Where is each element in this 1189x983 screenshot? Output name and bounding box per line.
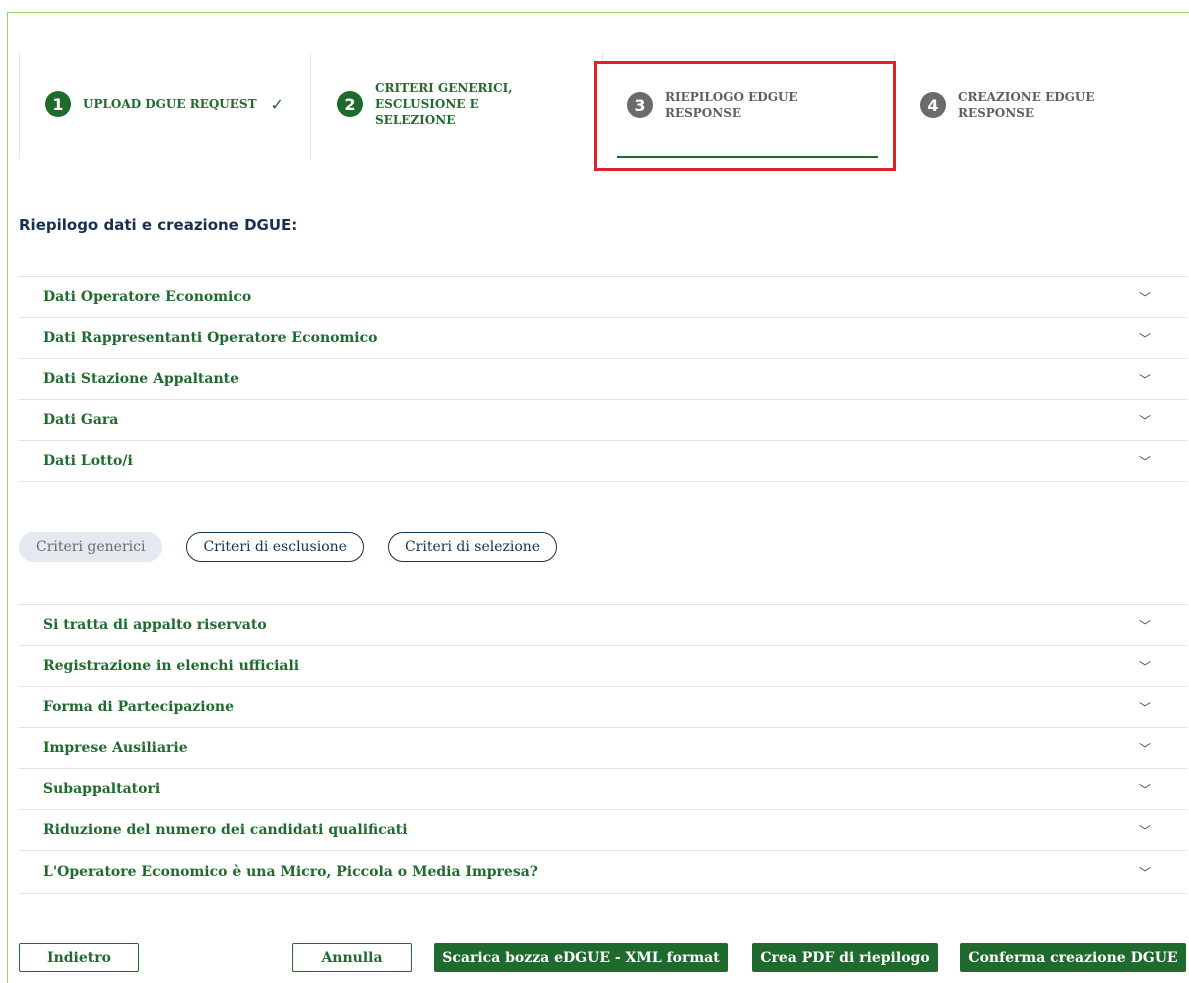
chevron-down-icon: ﹀ [1138, 413, 1151, 428]
confirm-button[interactable]: Conferma creazione DGUE [960, 943, 1186, 972]
accordion-dati-gara[interactable]: Dati Gara ﹀ [19, 400, 1187, 441]
accordion-label: Si tratta di appalto riservato [43, 617, 267, 633]
accordion-dati-lotto[interactable]: Dati Lotto/i ﹀ [19, 441, 1187, 482]
accordion-dati-rappresentanti[interactable]: Dati Rappresentanti Operatore Economico … [19, 318, 1187, 359]
chevron-down-icon: ﹀ [1138, 372, 1151, 387]
chevron-down-icon: ﹀ [1138, 618, 1151, 633]
accordion-imprese-ausiliarie[interactable]: Imprese Ausiliarie ﹀ [19, 728, 1187, 769]
accordion-label: Riduzione del numero dei candidati quali… [43, 822, 408, 838]
step-upload-dgue-request[interactable]: 1 UPLOAD DGUE REQUEST ✓ [45, 91, 284, 117]
tab-criteri-esclusione[interactable]: Criteri di esclusione [186, 532, 364, 562]
download-xml-button[interactable]: Scarica bozza eDGUE - XML format [434, 943, 728, 972]
summary-accordion: Dati Operatore Economico ﹀ Dati Rapprese… [19, 276, 1187, 482]
stepper-divider [310, 52, 311, 159]
accordion-label: Registrazione in elenchi ufficiali [43, 658, 300, 674]
accordion-label: Imprese Ausiliarie [43, 740, 188, 756]
accordion-dati-stazione-appaltante[interactable]: Dati Stazione Appaltante ﹀ [19, 359, 1187, 400]
page-title: Riepilogo dati e creazione DGUE: [19, 216, 298, 234]
accordion-label: Dati Gara [43, 412, 119, 428]
step-number: 2 [337, 91, 363, 117]
stepper-divider [19, 52, 20, 159]
step-riepilogo[interactable]: 3 RIEPILOGO EDGUE RESPONSE [627, 89, 798, 121]
chevron-down-icon: ﹀ [1138, 865, 1151, 880]
accordion-label: L'Operatore Economico è una Micro, Picco… [43, 864, 538, 880]
accordion-registrazione-elenchi[interactable]: Registrazione in elenchi ufficiali ﹀ [19, 646, 1187, 687]
active-step-underline [617, 156, 878, 158]
chevron-down-icon: ﹀ [1138, 659, 1151, 674]
accordion-label: Dati Stazione Appaltante [43, 371, 240, 387]
cancel-button[interactable]: Annulla [292, 943, 412, 972]
chevron-down-icon: ﹀ [1138, 290, 1151, 305]
chevron-down-icon: ﹀ [1138, 331, 1151, 346]
step-number: 3 [627, 92, 653, 118]
check-icon: ✓ [270, 94, 284, 114]
step-label: CRITERI GENERICI, ESCLUSIONE E SELEZIONE [375, 81, 513, 127]
chevron-down-icon: ﹀ [1138, 823, 1151, 838]
back-button[interactable]: Indietro [19, 943, 139, 972]
accordion-forma-partecipazione[interactable]: Forma di Partecipazione ﹀ [19, 687, 1187, 728]
chevron-down-icon: ﹀ [1138, 782, 1151, 797]
accordion-subappaltatori[interactable]: Subappaltatori ﹀ [19, 769, 1187, 810]
accordion-label: Dati Rappresentanti Operatore Economico [43, 330, 378, 346]
step-number: 1 [45, 91, 71, 117]
criteria-tabs: Criteri generici Criteri di esclusione C… [19, 532, 558, 562]
chevron-down-icon: ﹀ [1138, 454, 1151, 469]
step-number: 4 [920, 92, 946, 118]
create-pdf-button[interactable]: Crea PDF di riepilogo [752, 943, 938, 972]
accordion-label: Dati Operatore Economico [43, 289, 252, 305]
accordion-label: Dati Lotto/i [43, 453, 133, 469]
criteria-accordion: Si tratta di appalto riservato ﹀ Registr… [19, 604, 1187, 894]
chevron-down-icon: ﹀ [1138, 700, 1151, 715]
accordion-appalto-riservato[interactable]: Si tratta di appalto riservato ﹀ [19, 605, 1187, 646]
tab-criteri-generici[interactable]: Criteri generici [19, 532, 163, 562]
accordion-dati-operatore-economico[interactable]: Dati Operatore Economico ﹀ [19, 277, 1187, 318]
accordion-micro-pmi[interactable]: L'Operatore Economico è una Micro, Picco… [19, 851, 1187, 894]
step-label: RIEPILOGO EDGUE RESPONSE [665, 90, 798, 120]
step-label: CREAZIONE EDGUE RESPONSE [958, 90, 1095, 120]
accordion-riduzione-candidati[interactable]: Riduzione del numero dei candidati quali… [19, 810, 1187, 851]
step-creazione[interactable]: 4 CREAZIONE EDGUE RESPONSE [920, 89, 1095, 121]
step-label: UPLOAD DGUE REQUEST [83, 97, 257, 111]
accordion-label: Forma di Partecipazione [43, 699, 234, 715]
accordion-label: Subappaltatori [43, 781, 161, 797]
chevron-down-icon: ﹀ [1138, 741, 1151, 756]
tab-criteri-selezione[interactable]: Criteri di selezione [387, 532, 558, 562]
step-criteri[interactable]: 2 CRITERI GENERICI, ESCLUSIONE E SELEZIO… [337, 80, 512, 128]
